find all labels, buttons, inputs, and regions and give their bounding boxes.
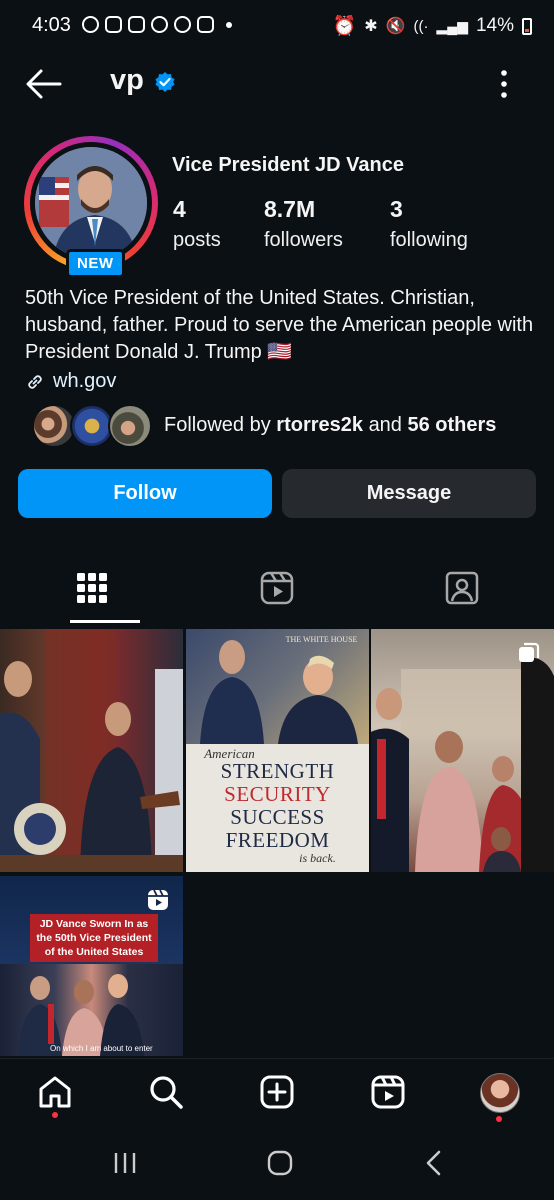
followed-by-joiner: and — [368, 414, 402, 436]
post-1-image — [0, 629, 183, 872]
following-count[interactable]: 3 — [390, 196, 403, 223]
back-button-icon[interactable] — [420, 1148, 450, 1178]
post-tile-4[interactable]: JD Vance Sworn In as the 50th Vice Presi… — [0, 876, 183, 1056]
wifi-icon: ((· — [413, 17, 429, 35]
home-button-icon[interactable] — [265, 1148, 295, 1178]
post-3-image — [371, 657, 554, 872]
poster-header: THE WHITE HOUSE — [285, 635, 358, 644]
post-4-art — [18, 974, 144, 1056]
search-icon[interactable] — [148, 1074, 184, 1110]
profile-nav-avatar[interactable] — [480, 1073, 520, 1113]
followed-by-text[interactable]: Followed by rtorres2k and 56 others — [164, 414, 496, 437]
more-notifications-dot — [226, 22, 232, 28]
bluetooth-icon: ✱ — [364, 18, 378, 35]
post-4-title: JD Vance Sworn In as the 50th Vice Presi… — [30, 914, 158, 962]
message-notification-icon — [82, 16, 99, 33]
poster-line-4: FREEDOM — [225, 828, 330, 852]
messenger-notification-icon — [174, 16, 191, 33]
profile-photo — [35, 147, 147, 259]
posts-label[interactable]: posts — [173, 229, 221, 252]
mute-icon: 🔇 — [385, 18, 406, 35]
notification-icons — [82, 16, 232, 33]
follow-button[interactable]: Follow — [18, 469, 272, 518]
reels-icon — [148, 889, 168, 910]
new-badge: NEW — [66, 249, 125, 278]
profile-link[interactable]: wh.gov — [25, 370, 116, 393]
battery-percent: 14% — [475, 15, 514, 36]
status-bar: 4:03 ⏰ ✱ 🔇 ((· ▂▄▆ 14% — [0, 0, 554, 52]
following-label[interactable]: following — [390, 229, 468, 252]
status-time: 4:03 — [32, 14, 71, 36]
alarm-icon: ⏰ — [332, 16, 357, 37]
create-icon[interactable] — [259, 1074, 295, 1110]
alert-notification-icon — [128, 16, 145, 33]
profile-bio: 50th Vice President of the United States… — [25, 287, 534, 363]
grid-icon[interactable] — [72, 568, 112, 608]
poster-line-2: SECURITY — [224, 782, 331, 806]
followed-by-others: 56 others — [407, 414, 497, 436]
profile-avatar[interactable] — [35, 147, 147, 259]
post-tile-3[interactable] — [371, 629, 554, 872]
tagged-tab-icon[interactable] — [442, 568, 482, 608]
recent-apps-icon[interactable] — [110, 1148, 140, 1178]
battery-icon — [522, 17, 532, 35]
profile-notification-dot — [496, 1116, 502, 1122]
more-options-icon[interactable] — [492, 66, 516, 102]
signal-icon: ▂▄▆ — [436, 17, 468, 34]
home-notification-dot — [52, 1112, 58, 1118]
carousel-icon — [519, 642, 540, 662]
reels-nav-icon[interactable] — [370, 1074, 406, 1110]
instagram-notification-icon — [105, 16, 122, 33]
message-button[interactable]: Message — [282, 469, 536, 518]
reels-tab-icon[interactable] — [257, 568, 297, 608]
instagram-notification-icon-2 — [197, 16, 214, 33]
home-icon[interactable] — [37, 1074, 73, 1110]
profile-handle: vp — [110, 64, 144, 96]
post-4-caption: On which I am about to enter — [50, 1044, 153, 1053]
profile-link-text[interactable]: wh.gov — [53, 370, 116, 393]
poster-photo-art — [200, 640, 358, 744]
poster-footer: is back. — [299, 851, 336, 865]
posts-count[interactable]: 4 — [173, 196, 186, 223]
link-icon — [28, 374, 42, 389]
profile-name: Vice President JD Vance — [172, 154, 404, 176]
followers-label[interactable]: followers — [264, 229, 343, 252]
assistant-notification-icon — [151, 16, 168, 33]
followed-by-user: rtorres2k — [276, 414, 363, 436]
system-status: ⏰ ✱ 🔇 ((· ▂▄▆ 14% — [333, 14, 532, 38]
poster-photo — [186, 629, 369, 744]
followed-by-prefix: Followed by — [164, 414, 271, 436]
active-tab-indicator — [70, 620, 140, 623]
followers-count[interactable]: 8.7M — [264, 196, 315, 223]
poster-line-1: STRENGTH — [220, 759, 335, 783]
post-4-photo — [0, 964, 183, 1056]
post-tile-1[interactable] — [0, 629, 183, 872]
back-arrow-icon[interactable] — [24, 66, 64, 102]
mutual-avatar-3 — [108, 404, 152, 448]
verified-badge-icon — [155, 72, 175, 92]
poster-line-3: SUCCESS — [230, 805, 325, 829]
post-tile-2[interactable]: THE WHITE HOUSE American STRENGTH SECURI… — [186, 629, 369, 872]
